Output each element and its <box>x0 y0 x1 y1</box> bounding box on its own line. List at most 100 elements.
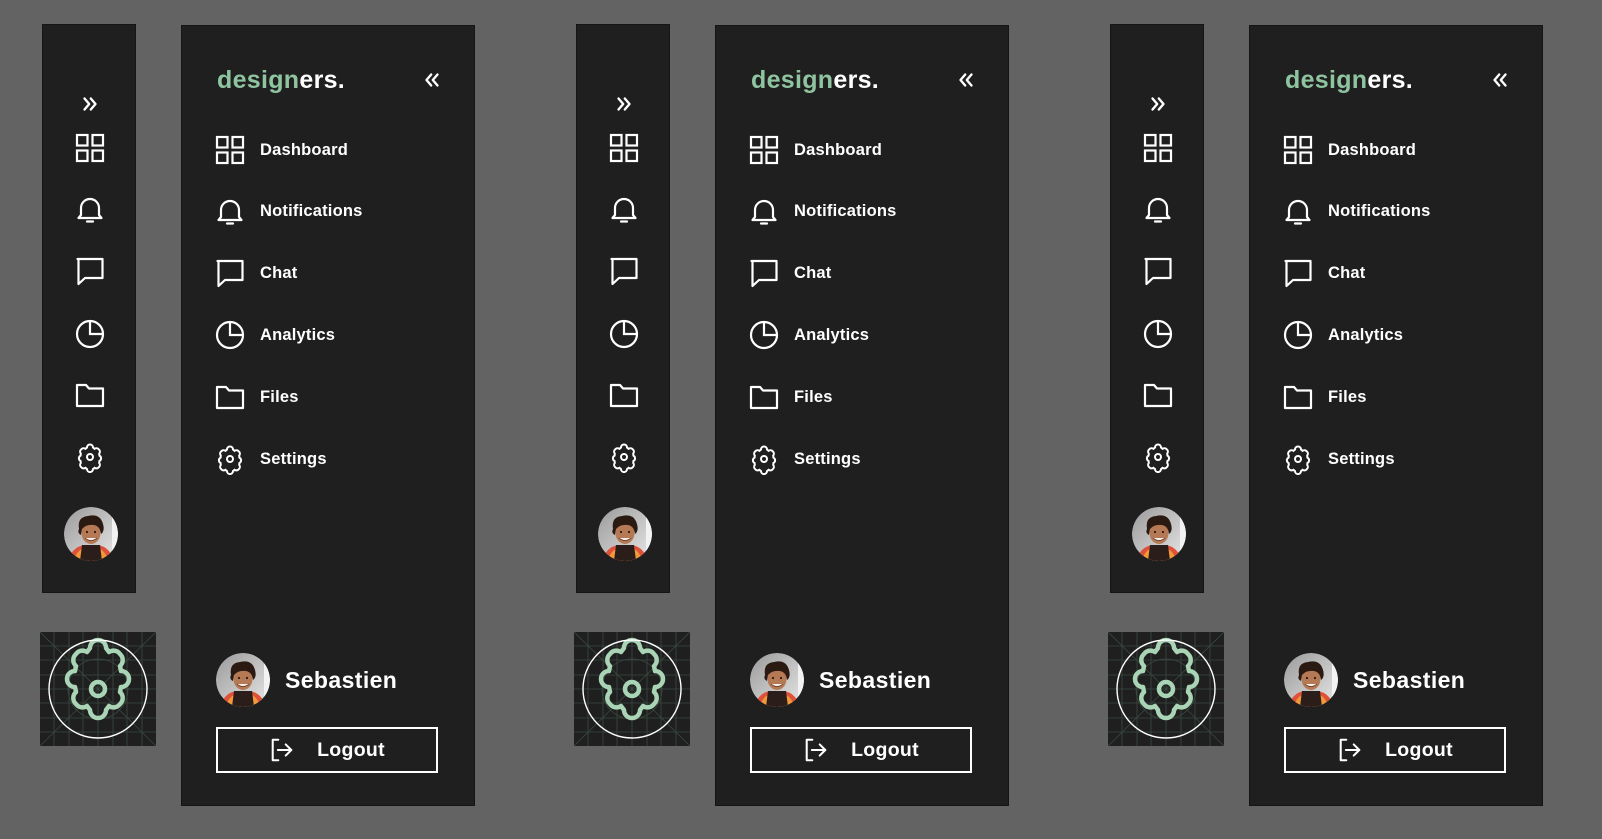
nav-label: Files <box>260 387 299 406</box>
nav-label: Analytics <box>1328 325 1404 344</box>
gear-icon[interactable] <box>608 441 640 473</box>
nav-item-dashboard[interactable]: Dashboard <box>214 133 454 167</box>
user-name: Sebastien <box>1353 666 1466 693</box>
brand-logo: designers. <box>1285 66 1413 95</box>
nav-item-notifications[interactable]: Notifications <box>214 194 454 228</box>
logout-button[interactable]: Logout <box>216 727 438 773</box>
sidebar-variant-3: designers. Dashboard Notifications Chat … <box>1068 0 1548 839</box>
collapsed-sidebar <box>1110 24 1204 593</box>
nav-item-dashboard[interactable]: Dashboard <box>748 133 988 167</box>
brand-accent: design <box>217 66 300 94</box>
nav-item-analytics[interactable]: Analytics <box>748 318 988 352</box>
logout-button[interactable]: Logout <box>750 727 972 773</box>
pie-chart-icon <box>748 319 780 351</box>
bell-icon <box>214 195 246 227</box>
nav-label: Notifications <box>1328 201 1431 220</box>
chevrons-right-icon[interactable] <box>610 90 638 118</box>
nav-label: Dashboard <box>794 140 882 159</box>
pie-chart-icon[interactable] <box>74 318 106 350</box>
nav-item-settings[interactable]: Settings <box>1282 442 1522 476</box>
sidebar-variant-2: designers. Dashboard Notifications Chat … <box>534 0 1014 839</box>
user-profile[interactable]: Sebastien <box>1284 653 1465 707</box>
logout-icon <box>269 737 295 763</box>
nav-label: Settings <box>1328 449 1395 468</box>
avatar[interactable] <box>598 507 652 561</box>
logout-button[interactable]: Logout <box>1284 727 1506 773</box>
folder-icon <box>214 381 246 413</box>
expanded-sidebar: designers. Dashboard Notifications Chat … <box>181 25 475 806</box>
user-name: Sebastien <box>819 666 932 693</box>
chevrons-left-icon[interactable] <box>952 66 980 94</box>
chat-bubble-icon[interactable] <box>74 255 106 287</box>
nav-item-chat[interactable]: Chat <box>748 256 988 290</box>
user-profile[interactable]: Sebastien <box>216 653 397 707</box>
chat-bubble-icon[interactable] <box>608 255 640 287</box>
gear-construction-grid-icon <box>1108 632 1224 746</box>
nav-item-files[interactable]: Files <box>748 380 988 414</box>
dashboard-grid-icon[interactable] <box>1142 132 1174 164</box>
sidebar-variant-1: designers. Dashboard Notifications Chat … <box>0 0 480 839</box>
gear-icon <box>1282 443 1314 475</box>
nav-label: Analytics <box>794 325 870 344</box>
nav-label: Dashboard <box>260 140 348 159</box>
expanded-sidebar: designers. Dashboard Notifications Chat … <box>1249 25 1543 806</box>
nav-item-dashboard[interactable]: Dashboard <box>1282 133 1522 167</box>
collapsed-sidebar <box>42 24 136 593</box>
chat-bubble-icon <box>1282 257 1314 289</box>
user-profile[interactable]: Sebastien <box>750 653 931 707</box>
nav-item-settings[interactable]: Settings <box>214 442 454 476</box>
nav-item-chat[interactable]: Chat <box>214 256 454 290</box>
dashboard-grid-icon <box>214 134 246 166</box>
user-name: Sebastien <box>285 666 398 693</box>
nav-item-files[interactable]: Files <box>1282 380 1522 414</box>
chat-bubble-icon <box>748 257 780 289</box>
nav-item-settings[interactable]: Settings <box>748 442 988 476</box>
avatar[interactable] <box>64 507 118 561</box>
nav-item-chat[interactable]: Chat <box>1282 256 1522 290</box>
gear-icon[interactable] <box>74 441 106 473</box>
nav-label: Chat <box>260 263 298 282</box>
brand-rest: ers. <box>299 66 346 94</box>
nav-label: Analytics <box>260 325 336 344</box>
nav-label: Settings <box>260 449 327 468</box>
dashboard-grid-icon[interactable] <box>608 132 640 164</box>
pie-chart-icon[interactable] <box>608 318 640 350</box>
nav-label: Dashboard <box>1328 140 1416 159</box>
pie-chart-icon[interactable] <box>1142 318 1174 350</box>
chevrons-left-icon[interactable] <box>418 66 446 94</box>
dashboard-grid-icon[interactable] <box>74 132 106 164</box>
bell-icon[interactable] <box>74 193 106 225</box>
folder-icon[interactable] <box>608 379 640 411</box>
folder-icon[interactable] <box>74 379 106 411</box>
chevrons-left-icon[interactable] <box>1486 66 1514 94</box>
dashboard-grid-icon <box>748 134 780 166</box>
brand-accent: design <box>1285 66 1368 94</box>
nav-item-notifications[interactable]: Notifications <box>748 194 988 228</box>
nav-label: Notifications <box>794 201 897 220</box>
nav-item-analytics[interactable]: Analytics <box>214 318 454 352</box>
bell-icon[interactable] <box>608 193 640 225</box>
chevrons-right-icon[interactable] <box>76 90 104 118</box>
gear-construction-grid-icon <box>40 632 156 746</box>
gear-icon <box>214 443 246 475</box>
nav-item-analytics[interactable]: Analytics <box>1282 318 1522 352</box>
collapsed-sidebar <box>576 24 670 593</box>
brand-accent: design <box>751 66 834 94</box>
nav-item-notifications[interactable]: Notifications <box>1282 194 1522 228</box>
avatar <box>216 653 270 707</box>
bell-icon[interactable] <box>1142 193 1174 225</box>
bell-icon <box>1282 195 1314 227</box>
folder-icon[interactable] <box>1142 379 1174 411</box>
logout-label: Logout <box>317 738 385 761</box>
dashboard-grid-icon <box>1282 134 1314 166</box>
logout-icon <box>1337 737 1363 763</box>
logout-label: Logout <box>1385 738 1453 761</box>
gear-icon[interactable] <box>1142 441 1174 473</box>
brand-logo: designers. <box>217 66 345 95</box>
chat-bubble-icon[interactable] <box>1142 255 1174 287</box>
gear-icon <box>748 443 780 475</box>
avatar[interactable] <box>1132 507 1186 561</box>
avatar <box>1284 653 1338 707</box>
nav-item-files[interactable]: Files <box>214 380 454 414</box>
chevrons-right-icon[interactable] <box>1144 90 1172 118</box>
